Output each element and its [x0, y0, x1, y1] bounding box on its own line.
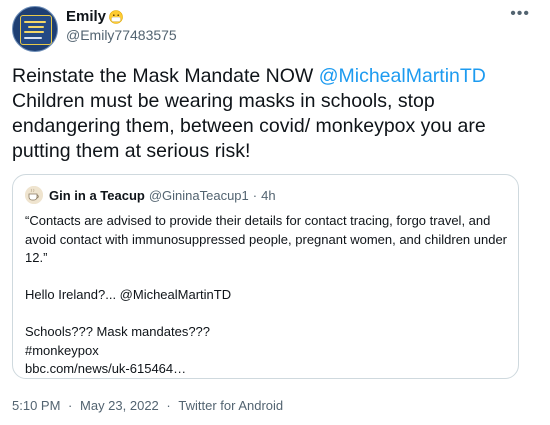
quoted-display-name[interactable]: Gin in a Teacup	[49, 188, 145, 203]
quoted-text-quote: “Contacts are advised to provide their d…	[25, 213, 508, 265]
quoted-dot-separator: ·	[252, 187, 258, 203]
tweet-metadata: 5:10 PM · May 23, 2022 · Twitter for And…	[12, 398, 283, 413]
quoted-text-schools: Schools??? Mask mandates???	[25, 324, 211, 339]
quoted-timestamp[interactable]: 4h	[261, 188, 275, 203]
tweet-text-part2: Children must be wearing masks in school…	[12, 90, 486, 162]
quoted-tweet-card[interactable]: Gin in a Teacup @GininaTeacup1 · 4h “Con…	[12, 174, 519, 379]
avatar[interactable]	[12, 6, 58, 52]
meta-separator: ·	[68, 398, 73, 413]
quoted-handle[interactable]: @GininaTeacup1	[149, 188, 249, 203]
more-options-icon[interactable]: •••	[510, 5, 530, 23]
quoted-hashtag[interactable]: #monkeypox	[25, 342, 510, 361]
quoted-avatar[interactable]	[25, 186, 43, 204]
tweet-text: Reinstate the Mask Mandate NOW @MichealM…	[12, 64, 542, 164]
quoted-tweet-body: “Contacts are advised to provide their d…	[25, 212, 510, 379]
tweet-source[interactable]: Twitter for Android	[178, 398, 283, 413]
author-name-row[interactable]: Emily	[66, 8, 123, 25]
meta-separator: ·	[166, 398, 171, 413]
tweet[interactable]: Emily @Emily77483575 ••• Reinstate the M…	[0, 0, 550, 425]
tweet-mention-link[interactable]: @MichealMartinTD	[319, 65, 486, 87]
author-display-name[interactable]: Emily	[66, 8, 106, 25]
tweet-text-part1: Reinstate the Mask Mandate NOW	[12, 65, 319, 87]
tweet-time[interactable]: 5:10 PM	[12, 398, 60, 413]
author-handle[interactable]: @Emily77483575	[66, 27, 177, 43]
quoted-link[interactable]: bbc.com/news/uk-615464…	[25, 360, 510, 379]
avatar-logo	[20, 15, 52, 45]
quoted-tweet-header: Gin in a Teacup @GininaTeacup1 · 4h	[25, 186, 276, 204]
mask-face-emoji-icon	[109, 9, 123, 24]
tweet-date[interactable]: May 23, 2022	[80, 398, 159, 413]
quoted-text-hello: Hello Ireland?... @MichealMartinTD	[25, 287, 232, 302]
